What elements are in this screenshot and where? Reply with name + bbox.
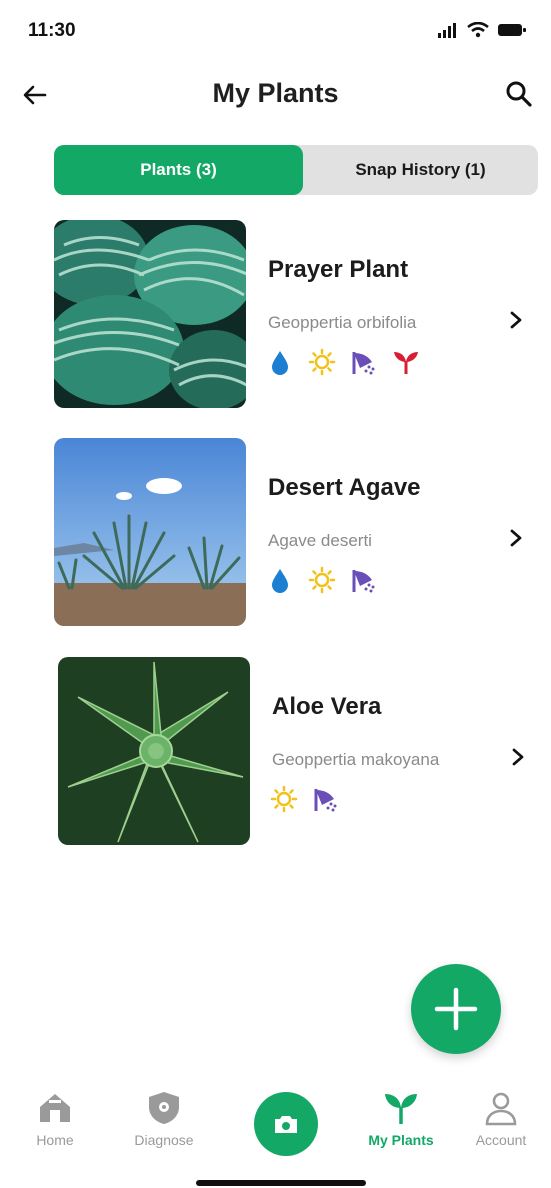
header: My Plants <box>0 70 551 120</box>
signal-icon <box>438 23 456 38</box>
chevron-right-icon[interactable] <box>506 745 530 769</box>
shower-icon <box>352 352 375 375</box>
segmented-tabs: Plants (3) Snap History (1) <box>54 145 538 195</box>
home-icon <box>40 1094 70 1122</box>
nav-home[interactable]: Home <box>10 1090 100 1148</box>
nav-label-diagnose: Diagnose <box>134 1132 194 1148</box>
camera-icon <box>275 1116 297 1133</box>
status-icons <box>437 22 527 38</box>
bottom-nav: Home Diagnose My Plants Account <box>0 1080 551 1188</box>
search-icon[interactable] <box>503 78 535 110</box>
nav-diagnose[interactable]: Diagnose <box>119 1090 209 1148</box>
shield-icon <box>149 1092 179 1124</box>
sun-icon <box>270 785 298 813</box>
page-title: My Plants <box>212 78 339 108</box>
plant-card-prayer-plant[interactable]: Prayer Plant Geoppertia orbifolia <box>54 220 538 410</box>
plant-name: Desert Agave <box>268 474 421 501</box>
status-bar: 11:30 <box>0 0 551 60</box>
shower-icon <box>352 570 375 593</box>
chevron-right-icon[interactable] <box>504 308 528 332</box>
nav-label-my-plants: My Plants <box>368 1132 434 1148</box>
nav-account[interactable]: Account <box>456 1090 546 1148</box>
plant-photo <box>54 438 246 626</box>
plus-icon <box>434 987 478 1031</box>
chevron-right-icon[interactable] <box>504 526 528 550</box>
add-plant-button[interactable] <box>411 964 501 1054</box>
sun-icon <box>308 566 336 594</box>
plant-scientific-name: Geoppertia makoyana <box>272 750 440 769</box>
care-icons <box>266 566 378 594</box>
nav-label-home: Home <box>36 1132 74 1148</box>
plant-photo <box>54 220 246 408</box>
plant-scientific-name: Agave deserti <box>268 531 372 550</box>
tab-plants[interactable]: Plants (3) <box>54 145 303 195</box>
wifi-icon <box>467 22 489 38</box>
nav-my-plants[interactable]: My Plants <box>356 1090 446 1148</box>
nav-label-account: Account <box>475 1132 527 1148</box>
home-indicator <box>196 1180 366 1186</box>
plant-scientific-name: Geoppertia orbifolia <box>268 313 417 332</box>
sun-icon <box>308 348 336 376</box>
shower-icon <box>314 789 337 812</box>
plant-name: Prayer Plant <box>268 256 409 283</box>
care-icons <box>270 785 340 813</box>
plant-card-aloe-vera[interactable]: Aloe Vera Geoppertia makoyana <box>58 657 542 847</box>
battery-icon <box>498 24 526 36</box>
user-icon <box>485 1092 517 1126</box>
care-icons <box>266 348 420 376</box>
water-drop-icon <box>272 351 288 375</box>
water-drop-icon <box>272 569 288 593</box>
plant-card-desert-agave[interactable]: Desert Agave Agave deserti <box>54 438 538 628</box>
plant-photo <box>58 657 250 845</box>
status-time: 11:30 <box>28 20 76 41</box>
plant-name: Aloe Vera <box>272 693 382 720</box>
sprout-icon <box>385 1094 417 1124</box>
tab-snap-history[interactable]: Snap History (1) <box>303 145 538 195</box>
sprout-icon <box>394 352 418 374</box>
camera-button[interactable] <box>254 1092 318 1156</box>
